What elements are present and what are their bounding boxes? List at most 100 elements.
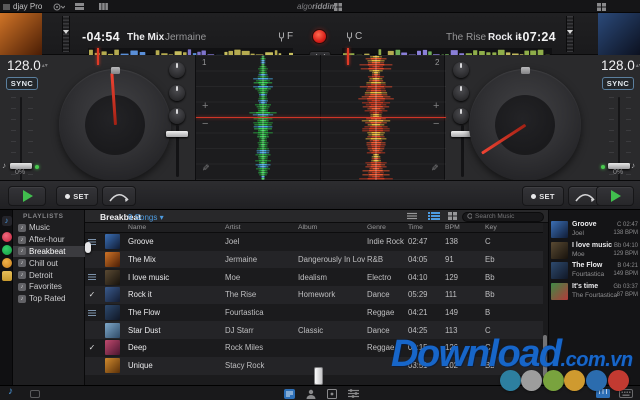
column-header-bpm[interactable]: BPM <box>443 224 483 231</box>
deck2-sync-button[interactable]: SYNC <box>602 77 634 90</box>
album-art-thumbnail <box>105 234 120 249</box>
playlist-item-music[interactable]: ♪Music <box>13 222 85 234</box>
deck1-volume-handle[interactable] <box>166 131 188 137</box>
deck1-eq-hi-knob[interactable] <box>169 62 185 78</box>
queue-item[interactable]: I love musicMoeBb 04:10129 BPM <box>549 241 640 261</box>
hamburger-menu-icon[interactable] <box>3 4 10 10</box>
deck1-zoom-in-button[interactable]: + <box>202 101 208 111</box>
deck2-edit-beatgrid-button[interactable]: ✎ <box>431 163 439 174</box>
queue-view-icon-active[interactable] <box>284 389 295 399</box>
mini-player-icon[interactable] <box>30 390 40 398</box>
midi-keyboard-icon-active[interactable] <box>596 389 610 398</box>
artists-person-icon[interactable] <box>306 389 316 399</box>
track-row[interactable]: ✓DeepRock MilesReggae03:15126C <box>85 339 543 357</box>
deck1-eq-low-knob[interactable] <box>169 108 185 124</box>
track-row[interactable]: ✓Rock itThe RiseHomeworkDance05:29111Bb <box>85 286 543 304</box>
deck2-track-artist: The Rise <box>446 32 486 43</box>
deck1-eq-mid-knob[interactable] <box>169 85 185 101</box>
track-name: Deep <box>126 343 223 352</box>
queue-item[interactable]: It's timeThe FourtasticaGb 03:3787 BPM <box>549 282 640 302</box>
crossfader-handle[interactable] <box>314 367 323 385</box>
deck1-bpm-display[interactable]: 128.0▴▾ <box>7 58 48 73</box>
deck2-jog-wheel[interactable] <box>469 69 581 181</box>
keyboard-shortcuts-icon[interactable] <box>619 389 633 398</box>
track-row[interactable]: I love musicMoeIdealismElectro04:10129Bb <box>85 268 543 286</box>
playlist-item-breakbeat[interactable]: ♪Breakbeat <box>13 246 85 258</box>
track-time: 04:10 <box>406 273 443 282</box>
table-scrollbar-thumb[interactable] <box>543 335 547 377</box>
table-column-headers: NameArtistAlbumGenreTimeBPMKey <box>85 223 543 233</box>
search-box[interactable] <box>462 212 544 222</box>
deck2-zoom-in-button[interactable]: + <box>433 101 439 111</box>
deck2-zoom-out-button[interactable]: − <box>433 119 439 129</box>
source-files-folder-icon[interactable] <box>2 271 12 281</box>
deck2-eq-mid-knob[interactable] <box>453 85 469 101</box>
deck2-eq-low-knob[interactable] <box>453 108 469 124</box>
column-header-genre[interactable]: Genre <box>365 224 406 231</box>
playlist-item-favorites[interactable]: ♪Favorites <box>13 281 85 293</box>
track-row[interactable]: GrooveJoelIndie Rock02:47138C <box>85 233 543 251</box>
queue-item[interactable]: GrooveJoelC 02:47138 BPM <box>549 220 640 240</box>
album-art-thumbnail <box>105 287 120 302</box>
deck2-wheel-marker <box>521 67 530 74</box>
view-detail-list-icon-active[interactable] <box>428 212 440 220</box>
playlist-item-top-rated[interactable]: ♪Top Rated <box>13 293 85 305</box>
deck2-bpm-display[interactable]: 128.0▴▾ <box>601 58 640 73</box>
track-key: C <box>483 326 543 335</box>
playlist-item-after-hour[interactable]: ♪After-hour <box>13 234 85 246</box>
column-header-album[interactable]: Album <box>296 224 365 231</box>
playlist-item-detroit[interactable]: ♪Detroit <box>13 269 85 281</box>
column-header-time[interactable]: Time <box>406 224 443 231</box>
deck1-edit-beatgrid-button[interactable]: ✎ <box>202 163 210 174</box>
deck2-play-button[interactable] <box>596 186 634 206</box>
track-row[interactable]: The MixJermaineDangerously In LoveR&B04:… <box>85 251 543 269</box>
source-djay-library-icon[interactable]: ♪ <box>2 216 12 226</box>
source-soundcloud-icon[interactable] <box>2 258 12 268</box>
deck1-sync-button[interactable]: SYNC <box>6 77 38 90</box>
view-list-icon[interactable] <box>407 212 417 220</box>
record-button[interactable] <box>312 29 327 44</box>
playlist-label: After-hour <box>29 235 65 244</box>
search-icon <box>467 213 472 220</box>
library-music-note-icon[interactable]: ♪ <box>8 386 13 397</box>
column-header-artist[interactable]: Artist <box>223 224 296 231</box>
track-time: 02:47 <box>406 237 443 246</box>
playlist-icon: ♪ <box>18 283 26 291</box>
keyboard-icon-menu[interactable] <box>597 3 606 11</box>
deck2-cue-set-button[interactable]: SET <box>522 186 564 206</box>
grid-icon[interactable] <box>334 3 342 11</box>
search-input[interactable] <box>475 213 539 220</box>
track-key: Bb <box>483 290 543 299</box>
deck2-key: C <box>346 31 362 42</box>
playlist-song-count[interactable]: 9 Songs ▾ <box>128 213 164 222</box>
albums-icon[interactable] <box>327 389 337 399</box>
deck1-cue-jump-button[interactable] <box>102 186 136 206</box>
track-row[interactable]: The FlowFourtasticaReggae04:21149B <box>85 304 543 322</box>
horizontal-layout-icon[interactable] <box>75 3 84 10</box>
track-time: 04:05 <box>406 255 443 264</box>
vertical-layout-icon[interactable] <box>99 3 108 10</box>
playlist-sliders-icon[interactable] <box>348 389 359 398</box>
deck1-cue-set-button[interactable]: SET <box>56 186 98 206</box>
deck1-zoom-out-button[interactable]: − <box>202 119 208 129</box>
playlist-item-chill-out[interactable]: ♪Chill out <box>13 257 85 269</box>
deck2-eq-hi-knob[interactable] <box>453 62 469 78</box>
source-select-icon[interactable] <box>53 3 65 11</box>
library-browser: ♪ PLAYLISTS ♪Music♪After-hour♪Breakbeat♪… <box>0 210 640 385</box>
queue-item[interactable]: The FlowFourtasticaB 04:21149 BPM <box>549 261 640 281</box>
deck-area: 128.0▴▾ SYNC ♪ 0% 1 <box>0 55 640 180</box>
playlist-label: Detroit <box>29 271 53 280</box>
track-bpm: 113 <box>443 326 483 335</box>
column-header-key[interactable]: Key <box>483 224 543 231</box>
source-itunes-icon[interactable] <box>2 232 12 242</box>
deck1-jog-wheel[interactable] <box>59 69 171 181</box>
queue-album-art <box>551 283 568 300</box>
playlist-icon: ♪ <box>18 271 26 279</box>
algoriddim-brand: algoriddim <box>297 2 337 11</box>
track-row[interactable]: Star DustDJ StarrClassicDance04:25113C <box>85 321 543 339</box>
album-art-thumbnail <box>105 358 120 373</box>
column-header-name[interactable]: Name <box>126 224 223 231</box>
source-spotify-icon[interactable] <box>2 245 12 255</box>
deck1-play-button[interactable] <box>8 186 46 206</box>
view-grid-icon[interactable] <box>448 212 457 220</box>
